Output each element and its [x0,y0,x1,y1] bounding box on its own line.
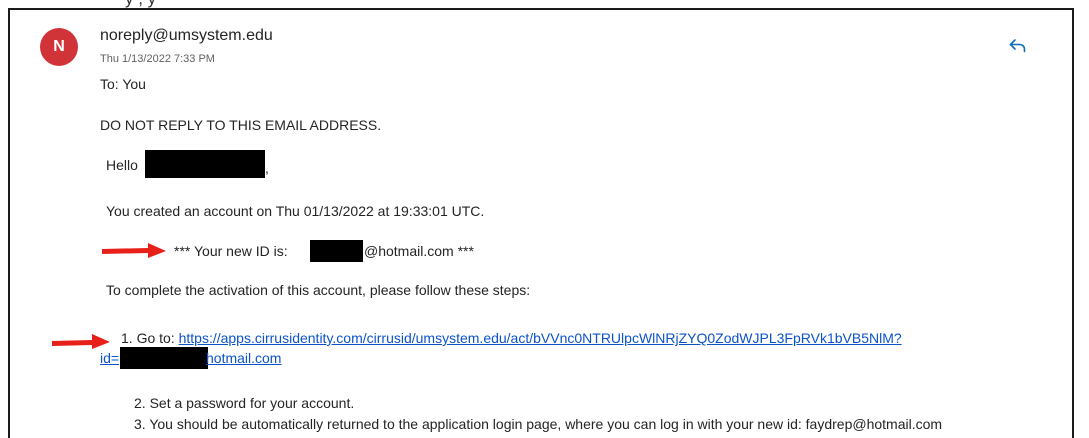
step1-prefix: 1. Go to: [121,330,175,346]
link-email-suffix-wrap: hotmail.com [206,350,281,366]
activation-link-email-suffix[interactable]: hotmail.com [206,350,281,366]
id-redaction [310,240,363,262]
new-id-prefix: *** Your new ID is: [174,243,288,259]
new-id-suffix: @hotmail.com *** [364,243,474,259]
sender-address[interactable]: noreply@umsystem.edu [100,27,273,45]
reply-icon[interactable] [1008,36,1028,56]
avatar-initial: N [53,38,65,55]
to-line: To: You [100,76,146,92]
id-arrow [102,243,166,258]
activation-link-id-prefix[interactable]: id= [100,350,119,366]
sender-avatar: N [40,28,78,66]
greeting-text: Hello [106,157,138,173]
created-text: You created an account on Thu 01/13/2022… [106,203,485,219]
sent-date: Thu 1/13/2022 7:33 PM [100,53,215,65]
step2-text: 2. Set a password for your account. [134,395,355,411]
warning-text: DO NOT REPLY TO THIS EMAIL ADDRESS. [100,117,382,133]
link-arrow [52,334,110,349]
email-frame [8,8,1074,438]
step3-text: 3. You should be automatically returned … [134,416,943,432]
step1-line: 1. Go to: https://apps.cirrusidentity.co… [121,330,902,346]
greeting-comma: , [265,160,269,176]
instructions-text: To complete the activation of this accou… [106,282,531,298]
activation-link[interactable]: https://apps.cirrusidentity.com/cirrusid… [179,330,902,346]
step1-link-continued: id= [100,350,119,366]
greeting-redaction [145,150,265,178]
link-redaction [120,347,208,369]
